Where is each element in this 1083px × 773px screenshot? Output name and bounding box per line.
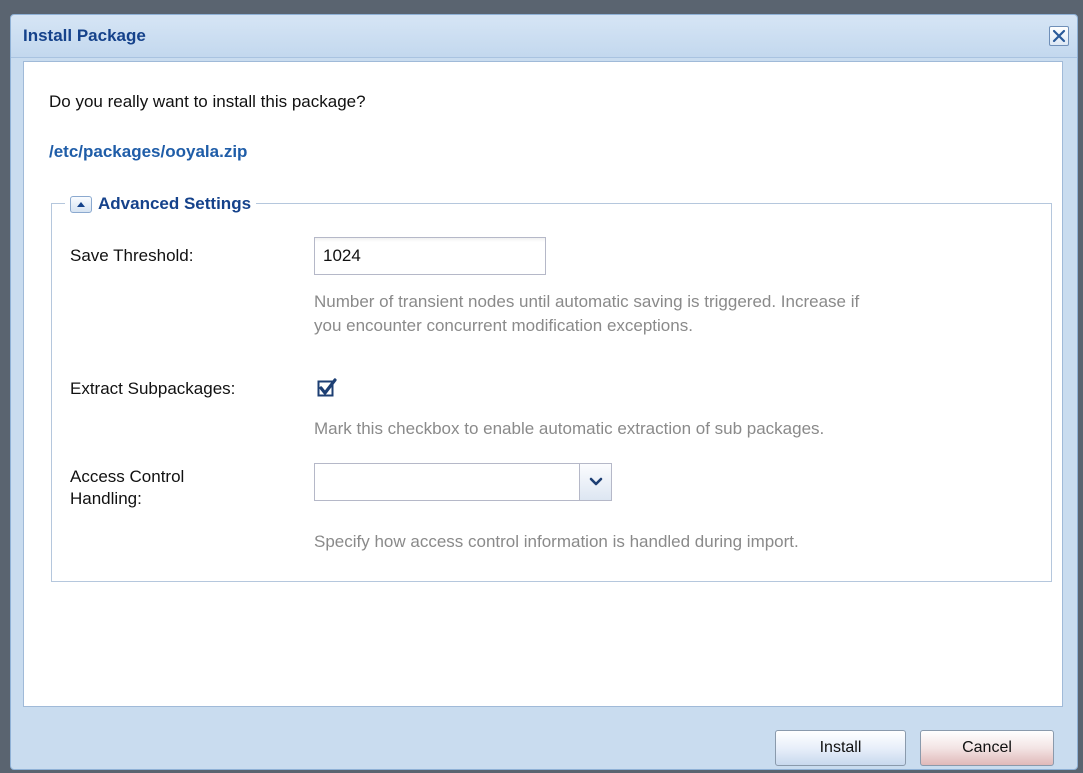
install-package-dialog: Install Package Do you really want to in… bbox=[10, 14, 1078, 770]
save-threshold-hint-line1: Number of transient nodes until automati… bbox=[314, 292, 860, 311]
extract-subpackages-hint: Mark this checkbox to enable automatic e… bbox=[314, 419, 825, 438]
chevron-down-icon bbox=[589, 477, 602, 486]
dialog-footer: Install Cancel bbox=[11, 707, 1077, 771]
access-control-label-line1: Access Control bbox=[70, 467, 185, 486]
advanced-settings-title: Advanced Settings bbox=[98, 194, 252, 213]
close-button[interactable] bbox=[1049, 26, 1069, 46]
dialog-titlebar[interactable]: Install Package bbox=[11, 15, 1077, 58]
collapse-toggle-button[interactable] bbox=[70, 195, 92, 213]
dialog-title: Install Package bbox=[23, 26, 146, 45]
chevron-up-icon bbox=[77, 202, 85, 207]
cancel-button[interactable]: Cancel bbox=[920, 730, 1054, 766]
access-control-hint: Specify how access control information i… bbox=[314, 532, 799, 551]
save-threshold-input[interactable] bbox=[314, 237, 546, 275]
confirm-question: Do you really want to install this packa… bbox=[49, 92, 366, 111]
extract-subpackages-checkbox[interactable] bbox=[317, 378, 337, 398]
checkmark-icon bbox=[317, 378, 337, 397]
access-control-select[interactable] bbox=[314, 463, 612, 501]
package-path: /etc/packages/ooyala.zip bbox=[49, 142, 248, 161]
save-threshold-hint-line2: you encounter concurrent modification ex… bbox=[314, 316, 693, 335]
install-button[interactable]: Install bbox=[775, 730, 906, 766]
dialog-body: Do you really want to install this packa… bbox=[23, 61, 1063, 707]
close-icon bbox=[1052, 29, 1066, 43]
access-control-dropdown-button[interactable] bbox=[579, 464, 611, 500]
access-control-label-line2: Handling: bbox=[70, 489, 142, 508]
advanced-settings-fieldset: Advanced Settings Save Threshold: Number… bbox=[51, 191, 1052, 582]
advanced-settings-legend: Advanced Settings bbox=[65, 191, 257, 217]
save-threshold-label: Save Threshold: bbox=[70, 246, 194, 265]
extract-subpackages-label: Extract Subpackages: bbox=[70, 379, 236, 398]
